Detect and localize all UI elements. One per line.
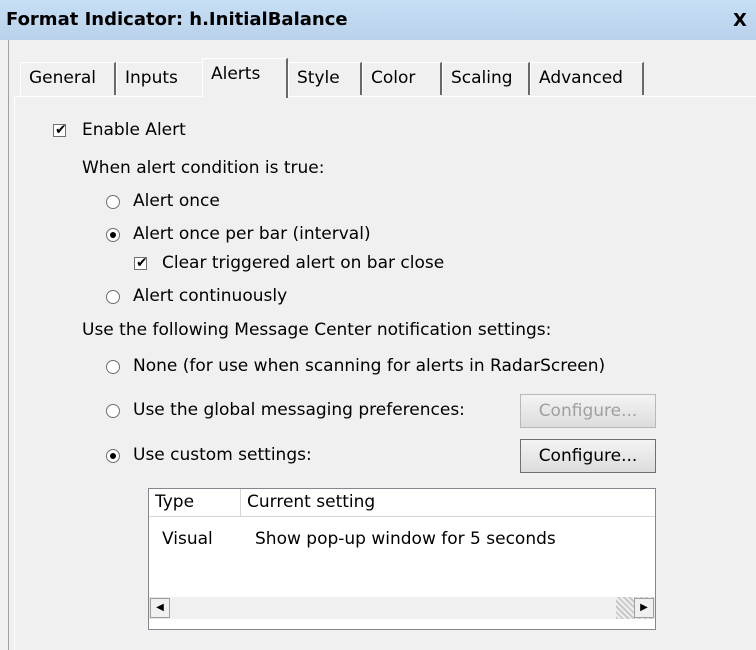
cell-type: Visual (162, 529, 213, 549)
tab-alerts[interactable]: Alerts (202, 58, 288, 98)
table-header: Type Current setting (149, 489, 655, 517)
notification-heading: Use the following Message Center notific… (82, 320, 552, 340)
configure-custom-button[interactable]: Configure... (520, 439, 656, 473)
scroll-track[interactable] (170, 597, 654, 619)
enable-alert-label: Enable Alert (82, 120, 186, 140)
alert-continuously-radio[interactable] (106, 290, 120, 304)
clear-on-bar-close-checkbox[interactable]: ✔ (134, 255, 148, 271)
tab-general[interactable]: General (20, 62, 116, 95)
window-title: Format Indicator: h.InitialBalance (6, 9, 348, 30)
title-bar[interactable]: Format Indicator: h.InitialBalance X (0, 0, 756, 40)
check-icon: ✔ (136, 255, 148, 271)
notification-global-radio[interactable] (106, 404, 120, 418)
close-icon[interactable]: X (733, 10, 756, 32)
radio-selected-dot (110, 232, 116, 238)
notification-custom-label: Use custom settings: (133, 445, 312, 465)
tab-scaling[interactable]: Scaling (442, 62, 530, 95)
condition-heading: When alert condition is true: (82, 158, 325, 178)
radio-selected-dot (110, 453, 116, 459)
notification-global-label: Use the global messaging preferences: (133, 400, 465, 420)
alert-once-label: Alert once (133, 191, 220, 211)
window-border (0, 40, 9, 650)
scroll-left-icon[interactable]: ◀ (150, 598, 170, 618)
tab-inputs[interactable]: Inputs (116, 62, 204, 95)
horizontal-scrollbar[interactable]: ◀ ▶ (149, 597, 655, 619)
tab-color[interactable]: Color (362, 62, 442, 95)
alert-once-per-bar-label: Alert once per bar (interval) (133, 224, 371, 244)
alert-once-per-bar-radio[interactable] (106, 228, 120, 242)
notification-none-label: None (for use when scanning for alerts i… (133, 356, 606, 376)
alert-once-radio[interactable] (106, 195, 120, 209)
notification-custom-radio[interactable] (106, 449, 120, 463)
scroll-right-icon[interactable]: ▶ (634, 598, 654, 618)
column-header-current-setting[interactable]: Current setting (241, 489, 655, 517)
check-icon: ✔ (55, 122, 67, 138)
cell-current-setting: Show pop-up window for 5 seconds (255, 529, 556, 549)
alert-continuously-label: Alert continuously (133, 286, 288, 306)
tab-style[interactable]: Style (288, 62, 362, 95)
configure-global-button[interactable]: Configure... (520, 394, 656, 428)
column-header-type[interactable]: Type (149, 489, 241, 517)
notification-none-radio[interactable] (106, 360, 120, 374)
enable-alert-checkbox[interactable]: ✔ (53, 122, 67, 138)
clear-on-bar-close-label: Clear triggered alert on bar close (162, 253, 445, 273)
format-indicator-dialog: Format Indicator: h.InitialBalance X Gen… (0, 0, 756, 650)
custom-settings-table[interactable]: Type Current setting Visual Show pop-up … (148, 488, 656, 630)
tab-advanced[interactable]: Advanced (530, 62, 644, 95)
